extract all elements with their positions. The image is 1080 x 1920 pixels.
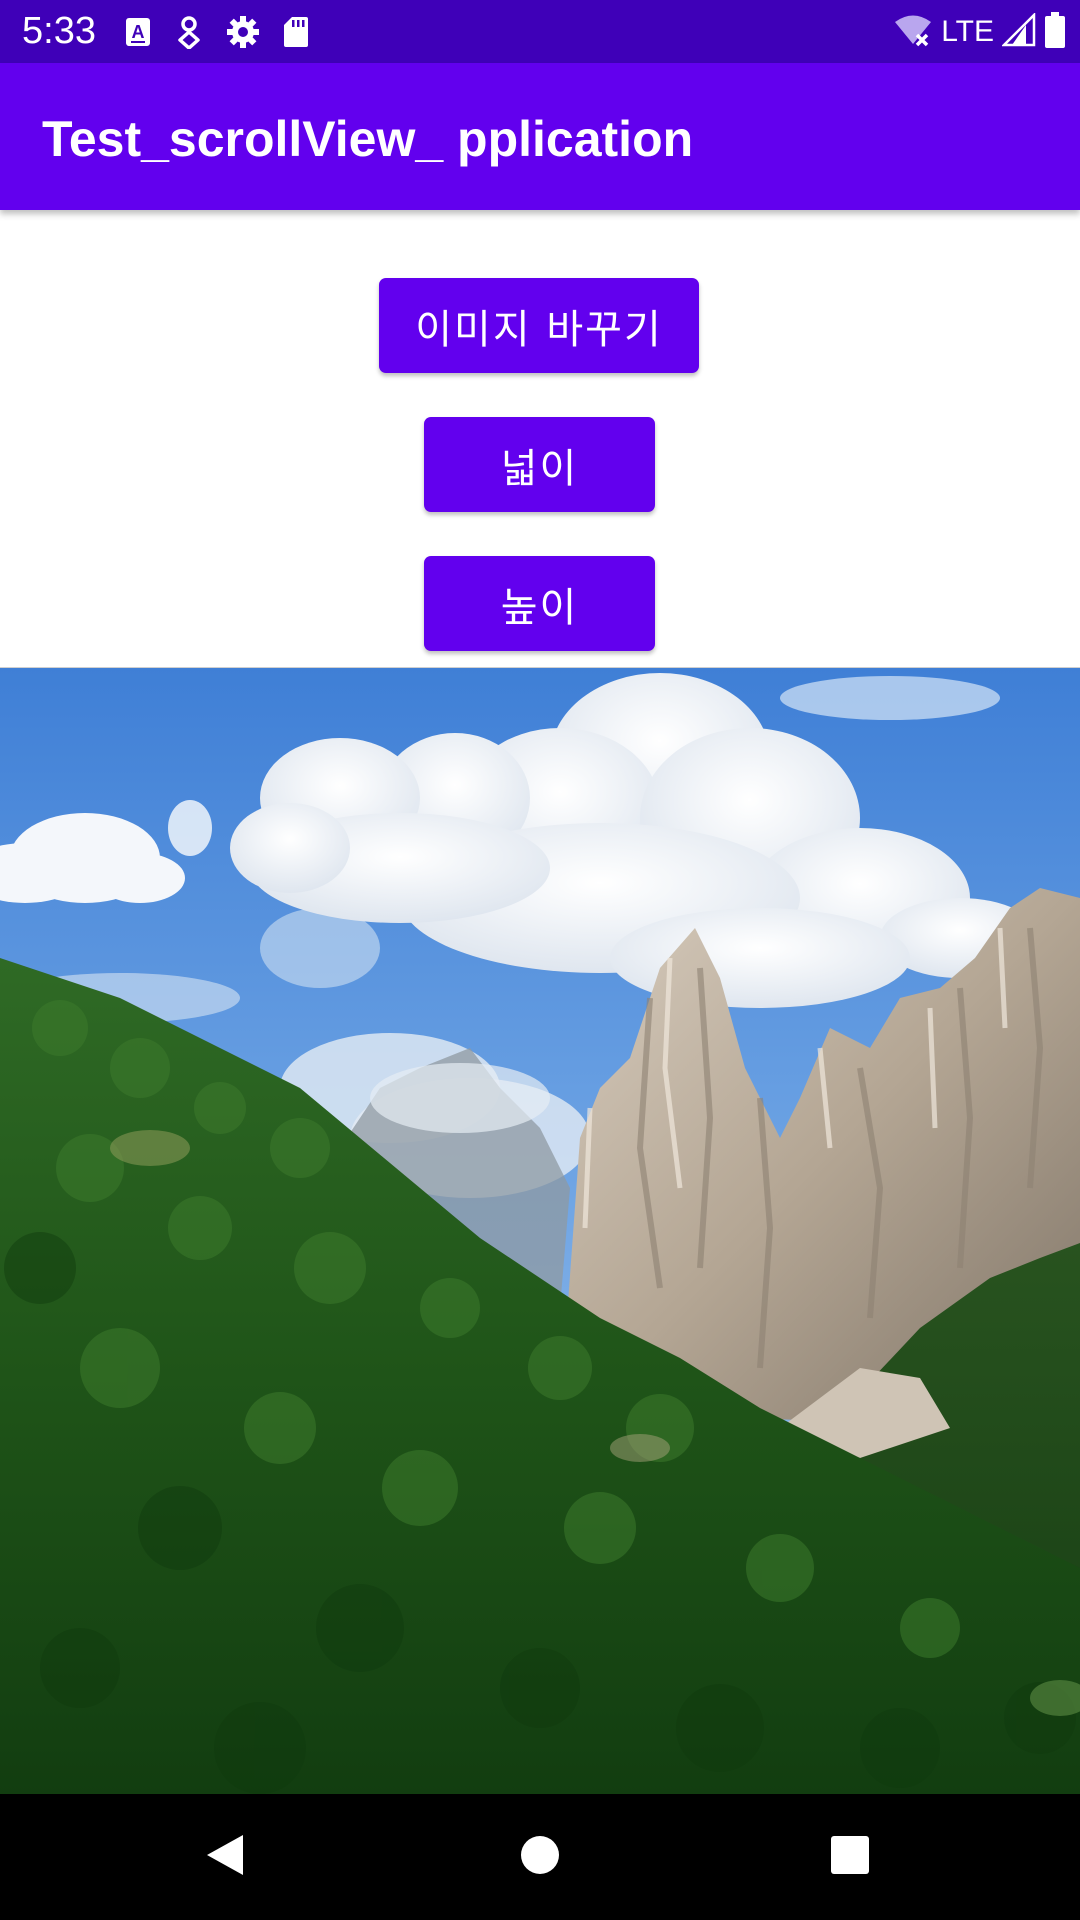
mountain-landscape-image: [0, 667, 1080, 1795]
recent-apps-button[interactable]: [815, 1822, 885, 1892]
landscape-illustration: [0, 668, 1080, 1795]
app-bar: Test_scrollView_ pplication: [0, 63, 1080, 210]
gear-icon: [226, 15, 260, 49]
location-pin-icon: [174, 15, 204, 49]
battery-icon: [1044, 11, 1066, 53]
navigation-bar: [0, 1794, 1080, 1920]
home-icon: [519, 1834, 561, 1881]
keyboard-a-icon: A: [124, 16, 152, 48]
sd-card-icon: [282, 15, 310, 49]
change-image-button[interactable]: 이미지 바꾸기: [379, 278, 699, 373]
back-button[interactable]: [190, 1822, 260, 1892]
network-type-label: LTE: [941, 15, 994, 48]
status-right-icons: LTE: [893, 11, 1066, 53]
wifi-off-icon: [893, 13, 933, 52]
back-icon: [203, 1831, 247, 1884]
app-screen: 5:33 A LTE Test_scrollView_ pplication 이…: [0, 0, 1080, 1920]
app-title: Test_scrollView_ pplication: [42, 111, 694, 167]
width-button[interactable]: 넓이: [424, 417, 655, 512]
cell-signal-icon: [1000, 11, 1036, 52]
status-bar: 5:33 A LTE: [0, 0, 1080, 63]
height-button[interactable]: 높이: [424, 556, 655, 651]
home-button[interactable]: [505, 1822, 575, 1892]
svg-text:A: A: [132, 22, 145, 42]
status-left-icons: A: [124, 14, 310, 50]
status-time: 5:33: [22, 10, 96, 52]
recent-apps-icon: [829, 1834, 871, 1881]
